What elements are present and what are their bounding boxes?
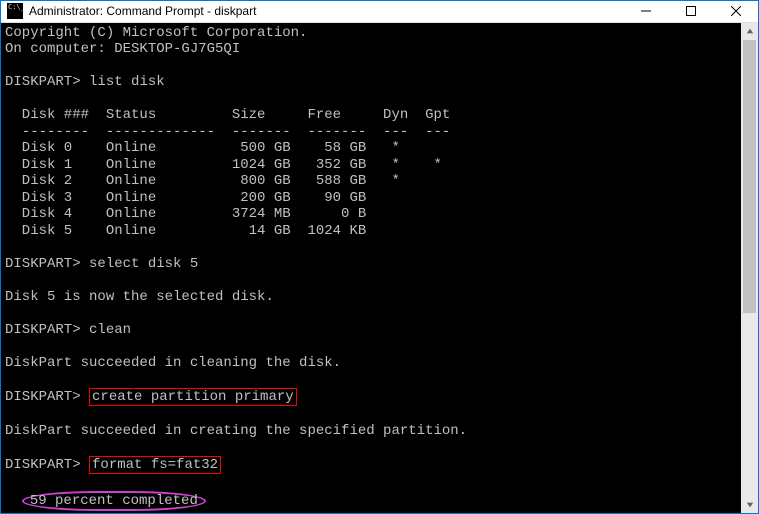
progress-line: 59 percent completed <box>5 491 737 512</box>
scrollbar-thumb[interactable] <box>743 40 756 314</box>
terminal-output[interactable]: Copyright (C) Microsoft Corporation.On c… <box>1 23 741 514</box>
table-header-sep: -------- ------------- ------- ------- -… <box>5 124 737 141</box>
window-controls <box>623 1 758 22</box>
msg-selected: Disk 5 is now the selected disk. <box>5 289 737 306</box>
scroll-up-button[interactable] <box>741 23 758 40</box>
prompt-line: DISKPART> create partition primary <box>5 388 737 407</box>
disk-row: Disk 5 Online 14 GB 1024 KB <box>5 223 737 240</box>
prompt: DISKPART> <box>5 74 81 90</box>
app-window: Administrator: Command Prompt - diskpart… <box>0 0 759 514</box>
prompt-line: DISKPART> format fs=fat32 <box>5 456 737 475</box>
prompt: DISKPART> <box>5 389 81 405</box>
minimize-icon <box>641 6 651 16</box>
prompt: DISKPART> <box>5 322 81 338</box>
disk-row: Disk 0 Online 500 GB 58 GB * <box>5 140 737 157</box>
minimize-button[interactable] <box>623 1 668 22</box>
cmd-clean: clean <box>89 322 131 338</box>
disk-row: Disk 3 Online 200 GB 90 GB <box>5 190 737 207</box>
vertical-scrollbar[interactable] <box>741 23 758 514</box>
cmd-format-highlight: format fs=fat32 <box>89 456 221 475</box>
close-icon <box>731 6 741 16</box>
chevron-up-icon <box>746 27 754 35</box>
cmd-create-partition-highlight: create partition primary <box>89 388 297 407</box>
progress-highlight: 59 percent completed <box>22 491 206 512</box>
prompt-line: DISKPART> list disk <box>5 74 737 91</box>
disk-row: Disk 4 Online 3724 MB 0 B <box>5 206 737 223</box>
scroll-down-button[interactable] <box>741 496 758 513</box>
disk-row: Disk 2 Online 800 GB 588 GB * <box>5 173 737 190</box>
msg-cleaned: DiskPart succeeded in cleaning the disk. <box>5 355 737 372</box>
scrollbar-track[interactable] <box>741 40 758 497</box>
chevron-down-icon <box>746 501 754 509</box>
disk-row: Disk 1 Online 1024 GB 352 GB * * <box>5 157 737 174</box>
close-button[interactable] <box>713 1 758 22</box>
cmd-select-disk: select disk 5 <box>89 256 198 272</box>
titlebar[interactable]: Administrator: Command Prompt - diskpart <box>1 1 758 23</box>
maximize-icon <box>686 6 696 16</box>
msg-created: DiskPart succeeded in creating the speci… <box>5 423 737 440</box>
computer-line: On computer: DESKTOP-GJ7G5QI <box>5 41 737 58</box>
cmd-list-disk: list disk <box>89 74 165 90</box>
prompt-line: DISKPART> select disk 5 <box>5 256 737 273</box>
window-body: Copyright (C) Microsoft Corporation.On c… <box>1 23 758 514</box>
prompt-line: DISKPART> clean <box>5 322 737 339</box>
window-title: Administrator: Command Prompt - diskpart <box>29 4 256 18</box>
prompt: DISKPART> <box>5 256 81 272</box>
cmd-icon <box>7 3 23 19</box>
table-header: Disk ### Status Size Free Dyn Gpt <box>5 107 737 124</box>
copyright-line: Copyright (C) Microsoft Corporation. <box>5 25 737 42</box>
maximize-button[interactable] <box>668 1 713 22</box>
prompt: DISKPART> <box>5 457 81 473</box>
